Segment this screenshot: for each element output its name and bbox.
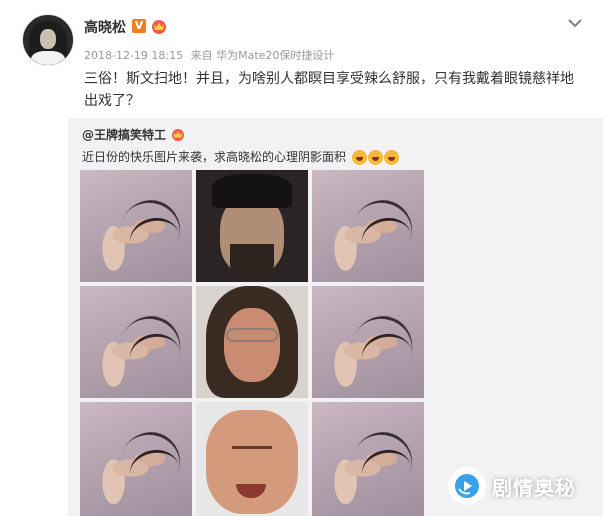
vip-crown-icon	[152, 20, 166, 34]
weibo-post: 高晓松 V 2018-12-19 18:15 来自 华为Mate20保时捷设计 …	[0, 0, 603, 516]
avatar-face	[40, 29, 56, 49]
emoji-group	[351, 150, 400, 165]
repost-text-body: 近日份的快乐图片来袭，求高晓松的心理阴影面积	[82, 150, 347, 164]
repost-username[interactable]: @王牌搞笑特工	[82, 126, 166, 143]
grid-image-face-glasses[interactable]	[196, 286, 308, 398]
grid-image-hands[interactable]	[80, 286, 192, 398]
face-skin	[224, 308, 280, 382]
username[interactable]: 高晓松	[84, 17, 126, 37]
watermark-text: 剧情奥秘	[492, 475, 576, 500]
grid-image-hands[interactable]	[80, 170, 192, 282]
grid-image-face-eyes-closed[interactable]	[196, 402, 308, 516]
avatar[interactable]	[22, 14, 74, 66]
face-hair	[212, 174, 292, 208]
grid-image-hands[interactable]	[312, 402, 424, 516]
face-skin	[206, 410, 298, 514]
face-eyes	[232, 446, 272, 453]
post-content: 三俗！斯文扫地！并且，为啥别人都瞑目享受辣么舒服，只有我戴着眼镜慈祥地出戏了？	[84, 71, 574, 109]
chevron-down-icon[interactable]	[566, 16, 584, 30]
laughing-emoji-icon	[367, 150, 383, 165]
play-logo-graphic	[455, 474, 479, 498]
grid-image-hands[interactable]	[312, 286, 424, 398]
face-beard	[230, 244, 274, 278]
laughing-emoji-icon	[351, 150, 367, 165]
verified-badge-icon: V	[132, 19, 146, 33]
source-device[interactable]: 华为Mate20保时捷设计	[216, 49, 334, 62]
avatar-shirt	[31, 51, 65, 65]
glasses	[226, 328, 278, 342]
repost-text: 近日份的快乐图片来袭，求高晓松的心理阴影面积	[82, 148, 400, 165]
grid-image-hands[interactable]	[80, 402, 192, 516]
vip-crown-icon	[172, 129, 184, 141]
post-meta: 2018-12-19 18:15 来自 华为Mate20保时捷设计	[84, 47, 334, 63]
post-timestamp[interactable]: 2018-12-19 18:15	[84, 49, 183, 62]
play-logo-icon	[448, 467, 486, 505]
laughing-emoji-icon	[383, 150, 399, 165]
source-prefix: 来自	[190, 49, 213, 62]
repost-card[interactable]: @王牌搞笑特工 近日份的快乐图片来袭，求高晓松的心理阴影面积	[68, 118, 603, 516]
grid-image-hands[interactable]	[312, 170, 424, 282]
watermark: 剧情奥秘	[448, 462, 576, 510]
grid-image-face-bearded[interactable]	[196, 170, 308, 282]
